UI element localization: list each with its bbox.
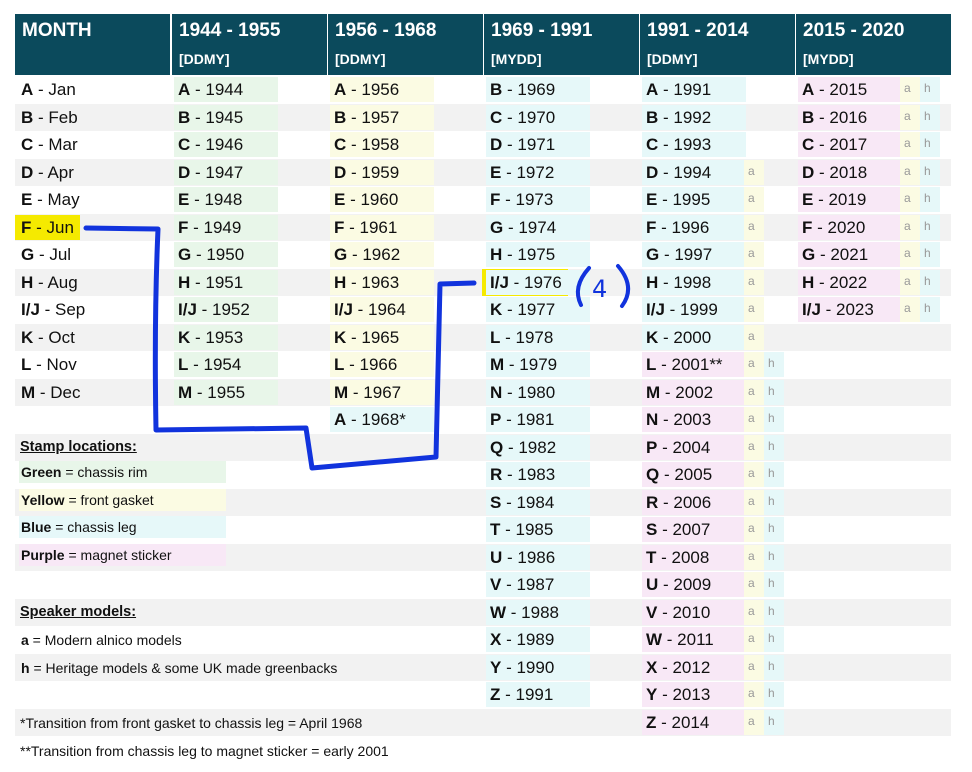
handwritten-annotation: 4 [83,225,630,471]
ink-connector-line [83,225,477,471]
ink-open-paren [575,266,591,307]
ink-close-paren [616,264,630,308]
ink-annotation-number: 4 [592,275,607,303]
